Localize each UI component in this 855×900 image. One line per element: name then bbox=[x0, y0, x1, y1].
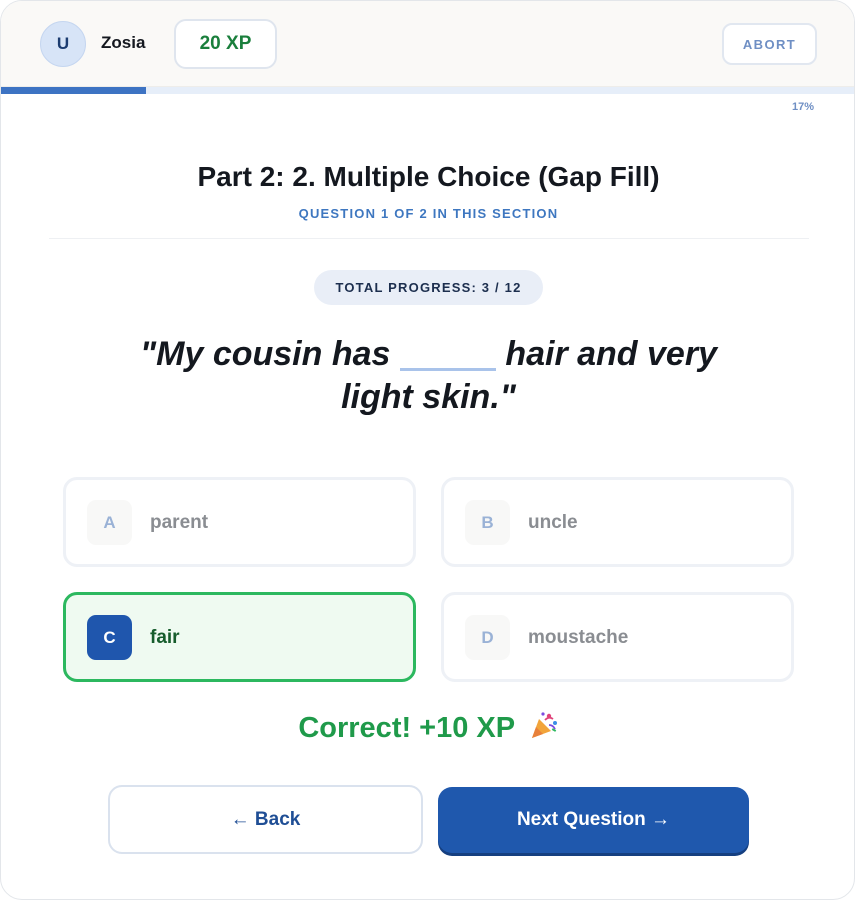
option-label: uncle bbox=[528, 512, 578, 533]
option-letter: B bbox=[465, 500, 510, 545]
total-progress-badge: TOTAL PROGRESS: 3 / 12 bbox=[314, 270, 543, 305]
option-label: fair bbox=[150, 627, 180, 648]
option-a[interactable]: A parent bbox=[63, 477, 416, 567]
avatar[interactable]: U bbox=[40, 21, 86, 67]
question-text: "My cousin has hair and very light skin.… bbox=[101, 333, 756, 419]
party-popper-icon bbox=[529, 711, 559, 749]
option-label: moustache bbox=[528, 627, 629, 648]
option-letter: D bbox=[465, 615, 510, 660]
progress-percent: 17% bbox=[791, 101, 814, 113]
back-button[interactable]: ← Back bbox=[108, 785, 423, 854]
option-c[interactable]: C fair bbox=[63, 592, 416, 682]
option-letter: C bbox=[87, 615, 132, 660]
option-label: parent bbox=[150, 512, 209, 533]
progress-bar bbox=[1, 87, 854, 94]
feedback-message: Correct! +10 XP bbox=[1, 711, 854, 749]
xp-badge: 20 XP bbox=[174, 19, 277, 69]
quiz-card: U Zosia 20 XP ABORT 17% Part 2: 2. Multi… bbox=[0, 0, 855, 900]
section-subtitle: QUESTION 1 OF 2 IN THIS SECTION bbox=[298, 206, 559, 221]
progress-bar-fill bbox=[1, 87, 147, 94]
username: Zosia bbox=[101, 33, 146, 52]
option-b[interactable]: B uncle bbox=[441, 477, 794, 567]
section-title: Part 2: 2. Multiple Choice (Gap Fill) bbox=[197, 161, 660, 192]
top-bar: U Zosia 20 XP ABORT bbox=[1, 1, 854, 87]
feedback-text: Correct! +10 XP bbox=[298, 712, 515, 744]
abort-button[interactable]: ABORT bbox=[722, 23, 817, 65]
next-question-button[interactable]: Next Question → bbox=[438, 787, 749, 853]
gap-blank bbox=[399, 337, 496, 371]
option-d[interactable]: D moustache bbox=[441, 592, 794, 682]
question-text-before: "My cousin has bbox=[140, 335, 400, 373]
divider bbox=[49, 238, 809, 239]
option-letter: A bbox=[87, 500, 132, 545]
